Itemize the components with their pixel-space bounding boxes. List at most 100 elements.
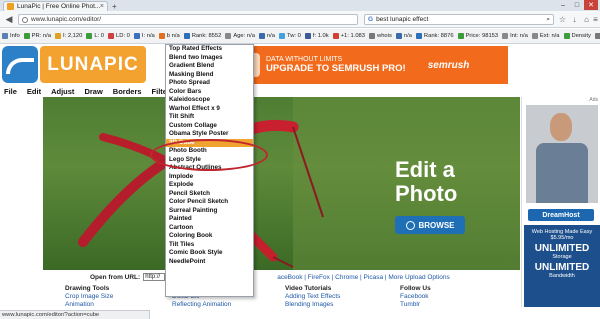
browse-button[interactable]: BROWSE: [395, 216, 465, 234]
url-input[interactable]: http://: [143, 273, 166, 281]
dropdown-item[interactable]: Custom Collage: [166, 122, 253, 131]
dropdown-item[interactable]: Pencil Sketch: [166, 190, 253, 199]
footer-link[interactable]: Blending Images: [285, 301, 340, 309]
side-ad[interactable]: Ads DreamHost Web Hosting Made Easy $5.9…: [521, 97, 600, 307]
seo-icon: [55, 33, 62, 39]
ad-person-image: [526, 105, 598, 203]
dropdown-item[interactable]: Masking Blend: [166, 71, 253, 80]
seo-item[interactable]: Ext: n/a: [531, 33, 560, 39]
seo-label: n/a: [403, 33, 412, 39]
dropdown-item[interactable]: Color Bars: [166, 88, 253, 97]
close-window-icon[interactable]: ✕: [584, 0, 598, 10]
dropdown-item[interactable]: Color Pencil Sketch: [166, 198, 253, 207]
seo-label: whois: [377, 33, 392, 39]
upload-links[interactable]: aceBook | FireFox | Chrome | Picasa | Mo…: [277, 274, 450, 281]
dropdown-item[interactable]: Implode: [166, 173, 253, 182]
back-icon[interactable]: ◀: [3, 14, 15, 25]
dropdown-item[interactable]: Explode: [166, 181, 253, 190]
footer-link[interactable]: Tumblr: [400, 301, 431, 309]
seo-item[interactable]: Info: [2, 33, 20, 39]
edit-a-photo: Edit a Photo: [395, 158, 457, 206]
seo-icon: [594, 33, 600, 39]
seo-label: Int: n/a: [510, 33, 528, 39]
seo-icon: [369, 33, 376, 39]
ad-line1: DATA WITHOUT LIMITS: [266, 56, 343, 63]
dropdown-item[interactable]: NeedlePoint: [166, 258, 253, 267]
seo-item[interactable]: n/a: [395, 33, 412, 39]
browser-tab[interactable]: LunaPic | Free Online Phot... ×: [3, 1, 108, 11]
menu-icon[interactable]: ≡: [591, 15, 600, 24]
seo-icon: [531, 33, 538, 39]
dropdown-item[interactable]: Warhol Effect x 9: [166, 105, 253, 114]
seo-item[interactable]: Price: 98153: [457, 33, 498, 39]
maximize-icon[interactable]: □: [570, 0, 584, 10]
dropdown-item[interactable]: Coloring Book: [166, 232, 253, 241]
dropdown-item[interactable]: Tilt Shift: [166, 113, 253, 122]
dropdown-item[interactable]: Obama Style Poster: [166, 130, 253, 139]
seo-icon: [183, 33, 190, 39]
seo-item[interactable]: I: n/a: [133, 33, 155, 39]
seo-item[interactable]: +1: 1.083: [332, 33, 366, 39]
home-icon[interactable]: ⌂: [582, 15, 591, 24]
dropdown-item[interactable]: Tilt Tiles: [166, 241, 253, 250]
dropdown-item[interactable]: Photo Spread: [166, 79, 253, 88]
seo-label: Tw: 0: [287, 33, 301, 39]
new-tab-button[interactable]: +: [112, 2, 117, 11]
dropdown-item[interactable]: Kaleidoscope: [166, 96, 253, 105]
menu-file[interactable]: File: [4, 87, 17, 96]
seo-item[interactable]: I: 2,120: [55, 33, 82, 39]
footer-link[interactable]: Facebook: [400, 293, 431, 301]
close-tab-icon[interactable]: ×: [100, 3, 104, 10]
footer-link[interactable]: Video Tutorials: [285, 285, 340, 293]
seo-icon: [279, 33, 286, 39]
seo-item[interactable]: Age: n/a: [225, 33, 255, 39]
menu-edit[interactable]: Edit: [27, 87, 41, 96]
dropdown-item[interactable]: Blend two Images: [166, 54, 253, 63]
seo-item[interactable]: Tw: 0: [279, 33, 301, 39]
lunapic-logo[interactable]: LUNAPIC: [2, 46, 146, 85]
seo-label: +1: 1.083: [340, 33, 366, 39]
seo-item[interactable]: Int: n/a: [502, 33, 528, 39]
dropdown-item[interactable]: Surreal Painting: [166, 207, 253, 216]
seo-item[interactable]: b n/a: [158, 33, 180, 39]
address-bar[interactable]: www.lunapic.com/editor/: [18, 14, 358, 25]
footer-link[interactable]: Crop Image Size: [65, 293, 113, 301]
seo-label: L: 0: [94, 33, 105, 39]
footer-link[interactable]: Adding Text Effects: [285, 293, 340, 301]
seo-icon: [86, 33, 93, 39]
dropdown-item[interactable]: Top Rated Effects: [166, 45, 253, 54]
seo-item[interactable]: Diagnosis: [594, 33, 600, 39]
seo-item[interactable]: whois: [369, 33, 392, 39]
star-icon[interactable]: ☆: [558, 15, 567, 24]
footer-link[interactable]: Reflecting Animation: [172, 301, 231, 309]
seo-item[interactable]: PR: n/a: [23, 33, 51, 39]
search-input[interactable]: G best lunapic effect ⌕: [364, 14, 554, 25]
footer-link[interactable]: Animation: [65, 301, 113, 309]
seo-item[interactable]: Density: [563, 33, 591, 39]
search-icon[interactable]: ⌕: [546, 16, 550, 24]
seo-item[interactable]: L: 0: [86, 33, 104, 39]
minimize-icon[interactable]: –: [556, 0, 570, 10]
menu-borders[interactable]: Borders: [113, 87, 142, 96]
seo-label: I: 2,120: [63, 33, 83, 39]
seo-item[interactable]: Rank: 8876: [415, 33, 454, 39]
follow-us-heading: Follow Us: [400, 285, 431, 292]
dropdown-item[interactable]: Cartoon: [166, 224, 253, 233]
ad-line2: UPGRADE TO SEMRUSH PRO!: [266, 63, 406, 74]
dropdown-item[interactable]: Painted: [166, 215, 253, 224]
seo-item[interactable]: Rank: 8552: [183, 33, 221, 39]
seo-item[interactable]: f: 1.0k: [304, 33, 329, 39]
seo-item[interactable]: n/a: [258, 33, 275, 39]
edit-line2: Photo: [395, 181, 458, 206]
dropdown-item[interactable]: Comic Book Style: [166, 249, 253, 258]
editor-menubar: File Edit Adjust Draw Borders Filters: [0, 86, 600, 97]
menu-adjust[interactable]: Adjust: [51, 87, 74, 96]
dropdown-item[interactable]: Gradient Blend: [166, 62, 253, 71]
footer-link[interactable]: Drawing Tools: [65, 285, 113, 293]
seo-item[interactable]: LD: 0: [108, 33, 130, 39]
seo-icon: [23, 33, 30, 39]
seo-icon: [332, 33, 339, 39]
download-icon[interactable]: ↓: [570, 15, 579, 24]
menu-draw[interactable]: Draw: [84, 87, 102, 96]
ad-offer: Web Hosting Made Easy $5.95/mo UNLIMITED…: [524, 225, 600, 307]
